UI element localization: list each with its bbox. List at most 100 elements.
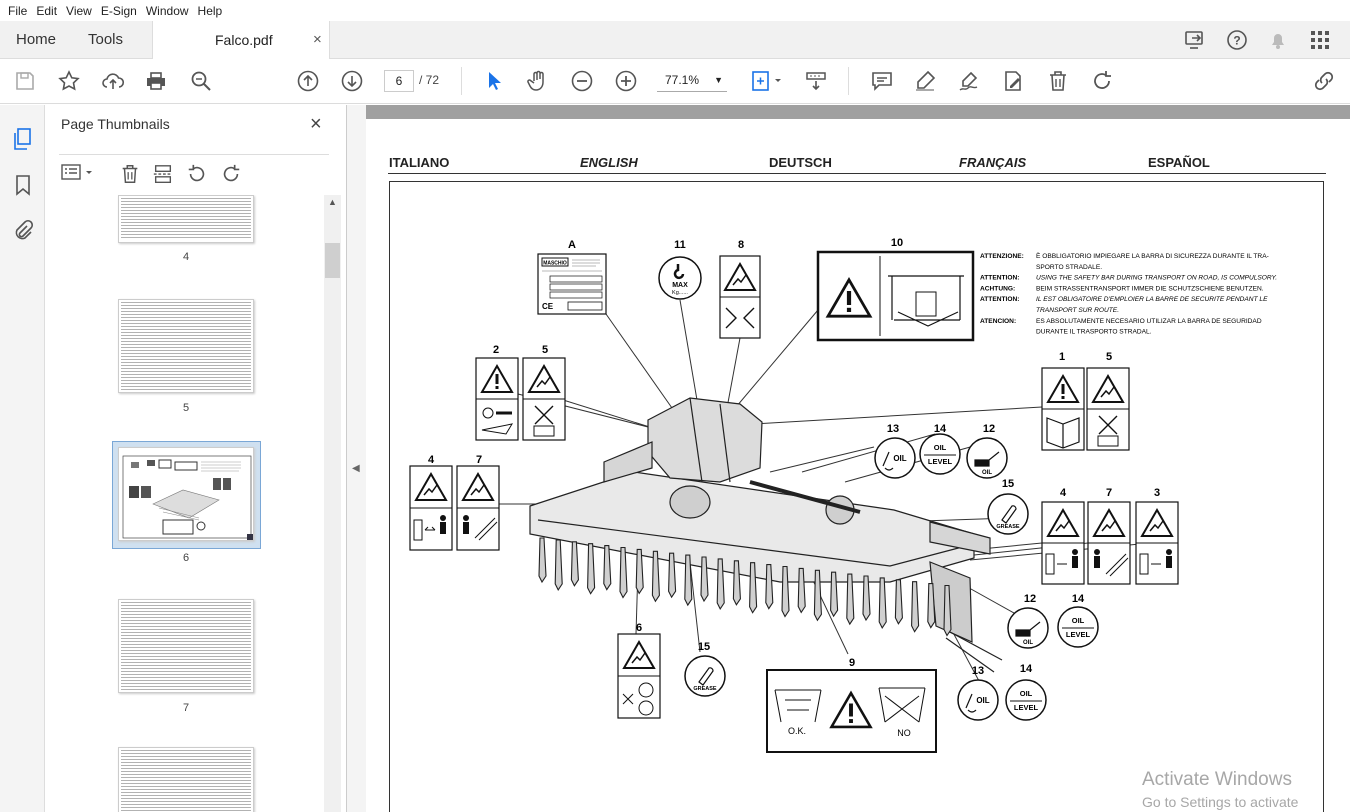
callout-number: 4 [1060,487,1067,499]
next-page-icon[interactable] [340,69,364,93]
callout-number: 9 [849,657,855,669]
page-thumbnail-6[interactable] [118,447,254,541]
zoom-level-select[interactable]: 77.1% ▼ [657,70,727,92]
menu-view[interactable]: View [66,4,92,18]
tab-tools[interactable]: Tools [88,21,123,59]
sign-icon[interactable] [957,69,981,93]
edit-pdf-icon[interactable] [1001,69,1025,93]
page-thumbnail-7[interactable] [118,599,254,693]
tab-document[interactable]: Falco.pdf × [152,21,330,59]
tine [587,543,596,595]
document-view[interactable]: ITALIANO ENGLISH DEUTSCH FRANÇAIS ESPAÑO… [366,105,1350,812]
callout-number: 15 [1002,478,1014,490]
svg-text:LEVEL: LEVEL [1014,703,1039,712]
tab-home[interactable]: Home [16,21,56,59]
grease-decal: GREASE [987,493,1029,535]
warning-label: ATTENZIONE: [980,253,1024,260]
page-number-input[interactable]: 6 [384,70,414,92]
warning-decal-2 [475,357,519,441]
callout-number: 6 [636,622,642,634]
bookmark-star-icon[interactable] [57,69,81,93]
scroll-mode-icon[interactable] [804,69,828,93]
warning-text-line: È OBBLIGATORIO IMPIEGARE LA BARRA DI SIC… [1036,251,1269,260]
tine [570,541,579,587]
callout-number: 13 [972,665,984,677]
page-total: / 72 [419,73,440,87]
rotate-icon[interactable] [1090,69,1114,93]
transport-warning-text: ATTENZIONE: È OBBLIGATORIO IMPIEGARE LA B… [980,251,1277,336]
thumbnail-scrollbar[interactable]: ▲ [324,195,341,812]
zoom-in-icon[interactable] [614,69,638,93]
tab-close-button[interactable]: × [313,21,322,59]
save-icon[interactable] [13,69,37,93]
bookmarks-icon[interactable] [11,173,35,197]
warning-text-line: DURANTE IL TRASPORTO STRADAL. [1036,329,1152,336]
scroll-up-icon[interactable]: ▲ [328,197,337,207]
highlight-pen-icon[interactable] [913,69,937,93]
page-thumbnail-4[interactable] [118,195,254,243]
warning-text-line: IL EST OBLIGATOIRE D'EMPLOIER LA BARRE D… [1036,296,1268,303]
pdf-page: ITALIANO ENGLISH DEUTSCH FRANÇAIS ESPAÑO… [366,119,1350,812]
toolbar-divider [461,67,462,95]
select-cursor-icon[interactable] [482,69,506,93]
grease-decal: GREASE [684,655,726,697]
help-icon[interactable]: ? [1226,29,1248,51]
previous-page-icon[interactable] [296,69,320,93]
svg-text:OIL: OIL [1023,640,1033,646]
panel-splitter[interactable]: ◀ [347,105,366,812]
upload-cloud-icon[interactable] [101,69,125,93]
collapse-panel-icon[interactable]: ◀ [352,463,360,474]
max-lift-weight-decal: MAX Kg...... [658,256,702,300]
callout-number: 14 [1072,593,1085,605]
warning-text-line: BEIM STRASSENTRANSPORT IMMER DIE SCHUTZS… [1036,285,1264,292]
extract-pages-icon[interactable] [152,163,174,185]
thumbnail-corner-handle [247,534,253,540]
watermark-line-2: Go to Settings to activate Windows. [1142,794,1299,812]
language-heading: DEUTSCH [769,155,832,170]
menu-edit[interactable]: Edit [36,4,57,18]
rotate-right-icon[interactable] [220,163,242,185]
callout-number: 12 [983,423,995,435]
page-thumbnail-8[interactable] [118,747,254,812]
rotate-left-icon[interactable] [186,163,208,185]
menu-file[interactable]: File [8,4,27,18]
page-thumbnails-icon[interactable] [11,127,35,151]
warning-text-line: TRANSPORT SUR ROUTE. [1036,307,1119,314]
share-link-icon[interactable] [1312,69,1336,93]
scrollbar-thumb[interactable] [325,243,340,278]
warning-decal-4-left [409,465,453,551]
notification-bell-icon[interactable] [1267,29,1289,51]
hand-tool-icon[interactable] [526,69,550,93]
attachments-paperclip-icon[interactable] [11,219,35,243]
page-thumbnail-5[interactable] [118,299,254,393]
print-icon[interactable] [144,69,168,93]
callout-number: 4 [428,454,435,466]
page-thumbnail-label: 5 [182,402,190,414]
share-screen-icon[interactable] [1184,29,1206,51]
menu-help[interactable]: Help [198,4,223,18]
zoom-search-icon[interactable] [189,69,213,93]
panel-close-button[interactable]: × [310,113,322,136]
windows-activation-watermark: Activate Windows Go to Settings to activ… [1142,769,1350,812]
menu-window[interactable]: Window [146,4,189,18]
callout-number: 11 [674,239,686,251]
delete-trash-icon[interactable] [1046,69,1070,93]
tab-bar: Home Tools Falco.pdf × ? [0,21,1350,59]
callout-number: 1 [1059,351,1065,363]
nameplate-brand: MASCHIO [543,261,567,267]
zoom-out-icon[interactable] [570,69,594,93]
tine [878,577,887,629]
tine [538,537,547,584]
warning-decal-5-right [1086,367,1130,451]
thumbnail-options-icon[interactable] [61,163,95,183]
warning-decal-6 [617,633,661,719]
tab-document-label: Falco.pdf [215,32,273,48]
level-decal: OIL LEVEL [1005,679,1047,721]
apps-grid-icon[interactable] [1309,29,1331,51]
delete-pages-icon[interactable] [119,163,141,185]
comment-icon[interactable] [870,69,894,93]
svg-text:GREASE: GREASE [996,524,1020,530]
menu-esign[interactable]: E-Sign [101,4,137,18]
fit-page-icon[interactable] [750,69,786,93]
callout-number: 2 [493,344,499,356]
